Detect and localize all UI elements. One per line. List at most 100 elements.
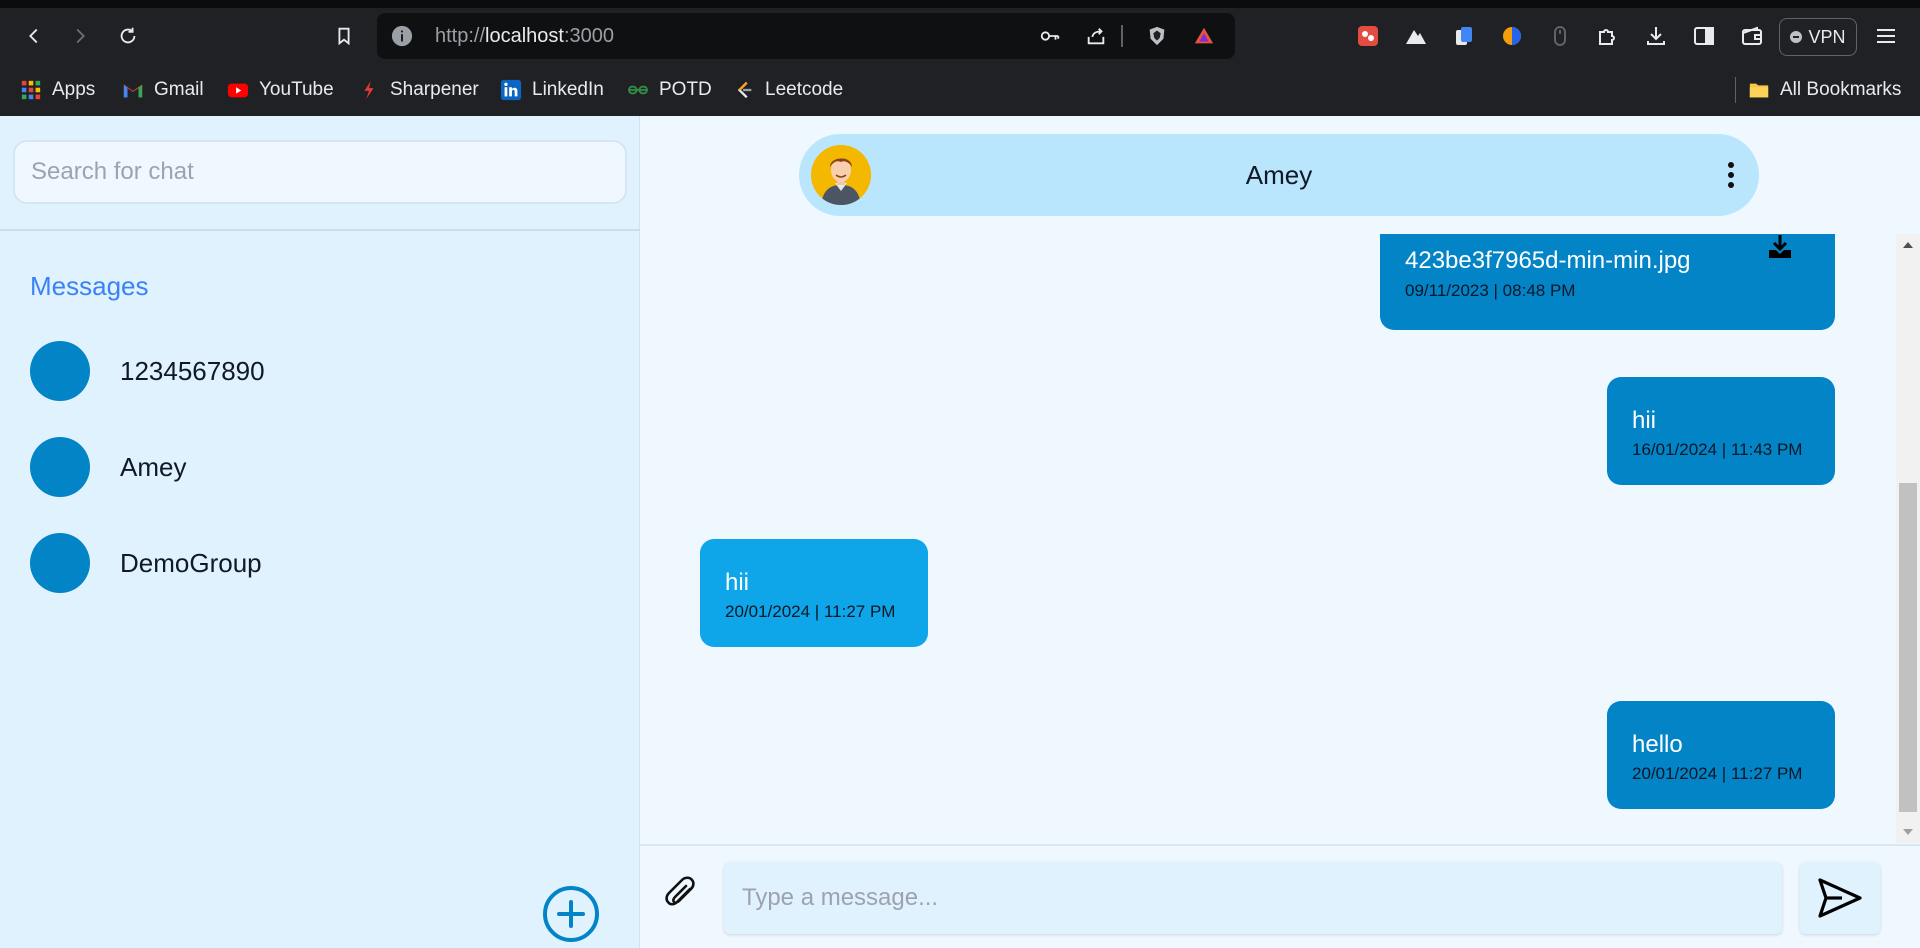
url-host: localhost	[485, 25, 564, 47]
search-input[interactable]	[13, 140, 627, 204]
bookmark-label: LinkedIn	[532, 79, 604, 100]
gfg-icon	[627, 85, 649, 95]
message-timestamp: 20/01/2024 | 11:27 PM	[725, 602, 896, 621]
leetcode-icon	[737, 81, 752, 99]
bookmark-label: POTD	[659, 79, 712, 100]
extension-mouse-icon[interactable]	[1544, 20, 1576, 52]
bookmark-label: Sharpener	[390, 79, 479, 100]
bookmark-label: Apps	[52, 79, 96, 100]
message-bubble-outgoing[interactable]: hello 20/01/2024 | 11:27 PM	[1607, 701, 1835, 809]
message-scrollbar[interactable]	[1896, 234, 1920, 843]
extension-mountain-icon[interactable]	[1400, 20, 1432, 52]
address-bar-divider	[1121, 25, 1123, 47]
message-timestamp: 16/01/2024 | 11:43 PM	[1632, 440, 1803, 459]
vpn-status-icon	[1790, 31, 1803, 43]
avatar	[30, 341, 90, 401]
message-timestamp: 20/01/2024 | 11:27 PM	[1632, 764, 1803, 783]
extension-orange-icon[interactable]	[1496, 20, 1528, 52]
gmail-icon	[123, 84, 143, 98]
url-port: :3000	[563, 25, 615, 47]
message-text: hii	[725, 569, 750, 596]
message-text: 423be3f7965d-min-min.jpg	[1405, 247, 1691, 274]
downloads-icon[interactable]	[1640, 20, 1672, 52]
avatar	[30, 437, 90, 497]
bookmark-all-bookmarks[interactable]: All Bookmarks	[1748, 64, 1901, 116]
share-icon[interactable]	[1079, 13, 1113, 59]
brave-rewards-icon[interactable]	[1187, 13, 1221, 59]
extension-copy-icon[interactable]	[1448, 20, 1480, 52]
bookmark-potd[interactable]: POTD	[627, 64, 712, 116]
chat-list-item[interactable]: 1234567890	[30, 341, 590, 401]
window-top-strip	[0, 0, 1920, 8]
message-bubble-outgoing[interactable]: hii 16/01/2024 | 11:43 PM	[1607, 377, 1835, 485]
reload-icon[interactable]	[112, 8, 144, 64]
folder-icon	[1749, 83, 1769, 98]
menu-hamburger-icon[interactable]	[1870, 20, 1902, 52]
bookmark-label: Gmail	[154, 79, 204, 100]
chat-name: 1234567890	[120, 355, 265, 386]
chat-list-item[interactable]: DemoGroup	[30, 533, 590, 593]
send-icon	[1818, 878, 1862, 918]
wallet-icon[interactable]	[1736, 20, 1768, 52]
search-section	[0, 116, 640, 231]
youtube-icon	[227, 83, 249, 98]
more-options-icon[interactable]	[1719, 162, 1743, 188]
chat-header: Amey	[799, 134, 1759, 216]
bookmark-label: Leetcode	[765, 79, 844, 100]
message-text: hii	[1632, 407, 1657, 434]
bookmarks-bar: Apps Gmail YouTube Sharpener LinkedIn PO…	[0, 64, 1920, 116]
bookmarks-divider	[1735, 77, 1736, 103]
chat-list-item[interactable]: Amey	[30, 437, 590, 497]
send-button[interactable]	[1800, 862, 1880, 934]
message-input[interactable]	[724, 862, 1782, 934]
scroll-down-arrow-icon[interactable]	[1903, 829, 1913, 835]
url-scheme: http://	[435, 25, 486, 47]
avatar	[30, 533, 90, 593]
vpn-label: VPN	[1808, 26, 1846, 47]
sharpener-icon	[364, 80, 374, 100]
bookmark-page-icon[interactable]	[328, 8, 360, 64]
sidebar: Messages 1234567890 Amey DemoGroup	[0, 116, 640, 948]
sidebar-toggle-icon[interactable]	[1688, 20, 1720, 52]
vpn-button[interactable]: VPN	[1779, 18, 1857, 56]
browser-toolbar: http://localhost:3000 VPN	[0, 8, 1920, 64]
bookmark-gmail[interactable]: Gmail	[122, 64, 204, 116]
bookmark-apps[interactable]: Apps	[20, 64, 95, 116]
message-bubble-outgoing[interactable]: 423be3f7965d-min-min.jpg 09/11/2023 | 08…	[1380, 234, 1835, 330]
message-list[interactable]: 423be3f7965d-min-min.jpg 09/11/2023 | 08…	[640, 234, 1896, 948]
forward-icon[interactable]	[64, 8, 96, 64]
messages-heading: Messages	[30, 271, 149, 301]
bookmark-linkedin[interactable]: LinkedIn	[500, 64, 604, 116]
chat-app: Messages 1234567890 Amey DemoGroup Amey	[0, 116, 1920, 948]
chat-name: DemoGroup	[120, 547, 262, 578]
scroll-up-arrow-icon[interactable]	[1903, 242, 1913, 248]
bookmark-label: All Bookmarks	[1780, 79, 1902, 100]
scrollbar-thumb[interactable]	[1899, 483, 1917, 812]
site-info-icon[interactable]	[391, 25, 413, 47]
back-icon[interactable]	[18, 8, 50, 64]
chat-name: Amey	[120, 451, 187, 482]
key-icon[interactable]	[1033, 13, 1067, 59]
bookmark-youtube[interactable]: YouTube	[227, 64, 334, 116]
url-text[interactable]: http://localhost:3000	[435, 13, 614, 59]
paperclip-icon[interactable]	[662, 875, 700, 915]
contact-avatar[interactable]	[811, 145, 871, 205]
chat-panel: Amey 423be3f7965d-min-min.jpg 09/11/2023…	[640, 116, 1920, 948]
linkedin-icon	[500, 79, 522, 101]
extension-red-icon[interactable]	[1352, 20, 1384, 52]
apps-grid-icon	[21, 80, 41, 100]
message-timestamp: 09/11/2023 | 08:48 PM	[1405, 281, 1576, 300]
bookmark-label: YouTube	[259, 79, 334, 100]
bookmark-sharpener[interactable]: Sharpener	[358, 64, 479, 116]
message-composer	[640, 844, 1920, 948]
contact-name: Amey	[1245, 160, 1313, 190]
message-bubble-incoming[interactable]: hii 20/01/2024 | 11:27 PM	[700, 539, 928, 647]
address-bar[interactable]: http://localhost:3000	[377, 13, 1235, 59]
brave-shields-icon[interactable]	[1140, 13, 1174, 59]
plus-icon	[557, 900, 585, 928]
download-icon[interactable]	[1765, 234, 1795, 262]
add-chat-button[interactable]	[543, 886, 599, 942]
extensions-puzzle-icon[interactable]	[1592, 20, 1624, 52]
bookmark-leetcode[interactable]: Leetcode	[733, 64, 843, 116]
message-text: hello	[1632, 731, 1683, 758]
